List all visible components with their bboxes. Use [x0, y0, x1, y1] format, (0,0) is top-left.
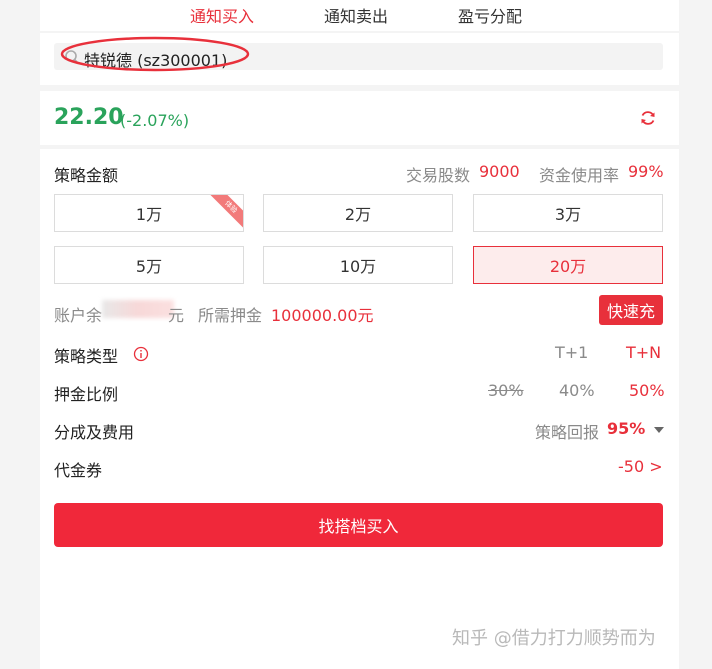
deposit-label: 所需押金	[198, 306, 263, 325]
tab-profit-allocation[interactable]: 盈亏分配	[458, 3, 522, 27]
coupon-label: 代金券	[54, 461, 103, 480]
shares-label: 交易股数	[406, 166, 471, 185]
amount-option-30k[interactable]: 3万	[473, 194, 663, 232]
refresh-icon[interactable]	[639, 109, 657, 127]
fund-usage-value: 99%	[628, 162, 664, 181]
amount-option-label: 5万	[135, 257, 163, 276]
balance-unit: 元	[168, 306, 185, 325]
amount-option-label: 3万	[554, 205, 582, 224]
strategy-type-label: 策略类型	[54, 347, 119, 366]
deposit-ratio-50[interactable]: 50%	[629, 381, 665, 400]
deposit-ratio-30: 30%	[488, 381, 524, 400]
find-partner-buy-button[interactable]: 找搭档买入	[54, 503, 663, 547]
strategy-amount-label: 策略金额	[54, 166, 119, 185]
tab-bar: 通知买入 通知卖出 盈亏分配	[40, 0, 679, 31]
chevron-down-icon[interactable]	[654, 427, 664, 433]
fund-usage-label: 资金使用率	[539, 166, 620, 185]
coupon-value[interactable]: -50 >	[618, 457, 663, 476]
deposit-ratio-40[interactable]: 40%	[559, 381, 595, 400]
quick-recharge-button[interactable]: 快速充	[599, 295, 663, 325]
amount-option-label: 2万	[344, 205, 372, 224]
quote-section: 22.20 (-2.07%)	[40, 91, 679, 145]
deposit-ratio-label: 押金比例	[54, 385, 119, 404]
amount-option-50k[interactable]: 5万	[54, 246, 244, 284]
strategy-form: 策略金额 交易股数 9000 资金使用率 99% 1万 体验 2万 3万 5万 …	[40, 149, 679, 669]
watermark: 知乎 @借力打力顺势而为	[452, 628, 656, 649]
trial-ribbon: 体验	[206, 195, 243, 231]
strategy-type-t1[interactable]: T+1	[555, 343, 588, 362]
amount-option-200k[interactable]: 20万	[473, 246, 663, 284]
price-change: (-2.07%)	[120, 111, 190, 130]
amount-option-label: 10万	[339, 257, 377, 276]
balance-redacted	[102, 300, 174, 318]
amount-option-label: 20万	[549, 257, 587, 276]
amount-option-10k[interactable]: 1万 体验	[54, 194, 244, 232]
info-icon[interactable]	[133, 346, 149, 362]
red-circle-annotation	[60, 36, 250, 72]
amount-option-100k[interactable]: 10万	[263, 246, 453, 284]
balance-label: 账户余	[54, 306, 103, 325]
search-section: 特锐德 (sz300001)	[40, 33, 679, 85]
tab-notify-sell[interactable]: 通知卖出	[324, 3, 388, 27]
shares-value: 9000	[479, 162, 520, 181]
tab-notify-buy[interactable]: 通知买入	[190, 3, 254, 27]
rebate-label[interactable]: 策略回报	[535, 419, 599, 443]
deposit-value: 100000.00元	[271, 306, 374, 325]
amount-option-label: 1万	[135, 205, 163, 224]
strategy-type-tn[interactable]: T+N	[626, 343, 661, 362]
rebate-value[interactable]: 95%	[607, 419, 645, 438]
fees-label: 分成及费用	[54, 423, 135, 442]
current-price: 22.20	[54, 105, 124, 130]
amount-option-20k[interactable]: 2万	[263, 194, 453, 232]
